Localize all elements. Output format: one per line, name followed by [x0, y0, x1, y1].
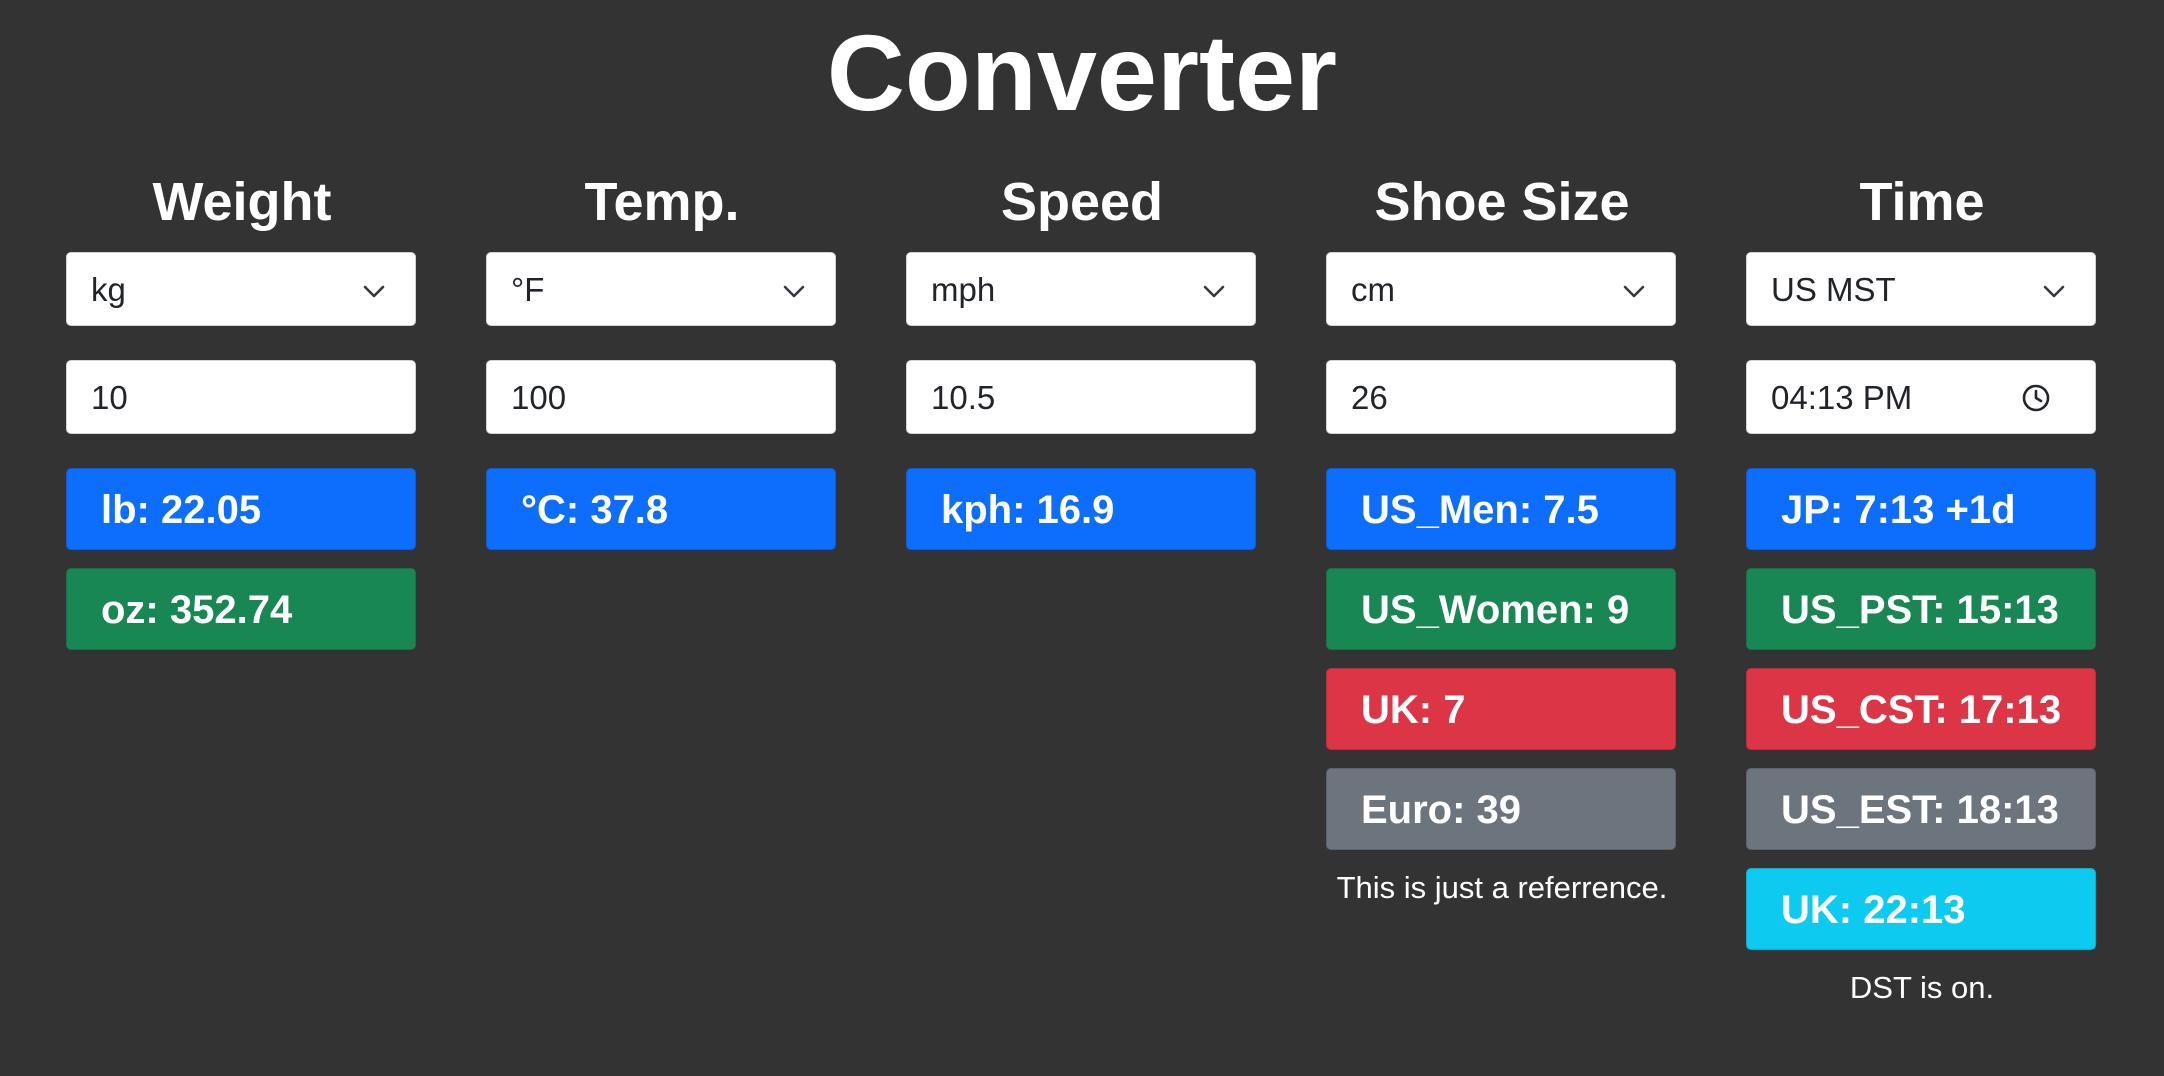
weight-column: Weight kg 10 lb: 22.05 oz: 352.74	[66, 168, 418, 650]
shoe-result-us-men: US_Men: 7.5	[1326, 468, 1676, 550]
shoe-note: This is just a referrence.	[1336, 870, 1668, 905]
speed-unit-select[interactable]: mph	[906, 252, 1256, 326]
shoe-column: Shoe Size cm 26 US_Men: 7.5 US_Women: 9 …	[1326, 168, 1678, 905]
shoe-result-euro: Euro: 39	[1326, 768, 1676, 850]
time-value-text: 04:13 PM	[1771, 379, 1913, 416]
time-result-us-pst: US_PST: 15:13	[1746, 568, 2096, 650]
shoe-result-us-women: US_Women: 9	[1326, 568, 1676, 650]
temp-results: °C: 37.8	[486, 468, 838, 568]
weight-result-lb: lb: 22.05	[66, 468, 416, 550]
time-result-jp: JP: 7:13 +1d	[1746, 468, 2096, 550]
speed-value-input[interactable]: 10.5	[906, 360, 1256, 434]
shoe-unit-value: cm	[1351, 271, 1395, 308]
time-column: Time US MST 04:13 PM JP: 7:13 +1d US_PST…	[1746, 168, 2098, 1005]
chevron-down-icon	[1623, 285, 1645, 298]
temp-result-celsius: °C: 37.8	[486, 468, 836, 550]
time-zone-value: US MST	[1771, 271, 1896, 308]
weight-value-input[interactable]: 10	[66, 360, 416, 434]
speed-column: Speed mph 10.5 kph: 16.9	[906, 168, 1258, 550]
time-heading: Time	[1859, 172, 1985, 232]
temp-column: Temp. °F 100 °C: 37.8	[486, 168, 838, 550]
time-note: DST is on.	[1849, 970, 1995, 1005]
speed-result-kph: kph: 16.9	[906, 468, 1256, 550]
shoe-heading: Shoe Size	[1374, 172, 1630, 232]
shoe-value-input[interactable]: 26	[1326, 360, 1676, 434]
shoe-results: US_Men: 7.5 US_Women: 9 UK: 7 Euro: 39 T…	[1326, 468, 1678, 908]
temp-unit-value: °F	[511, 271, 545, 308]
temp-heading: Temp.	[584, 172, 740, 232]
chevron-down-icon	[2043, 285, 2065, 298]
page-title: Converter	[826, 12, 1338, 133]
temp-unit-select[interactable]: °F	[486, 252, 836, 326]
weight-result-oz: oz: 352.74	[66, 568, 416, 650]
speed-heading: Speed	[1000, 172, 1164, 232]
weight-heading: Weight	[152, 172, 332, 232]
time-result-us-cst: US_CST: 17:13	[1746, 668, 2096, 750]
weight-unit-select[interactable]: kg	[66, 252, 416, 326]
shoe-result-uk: UK: 7	[1326, 668, 1676, 750]
time-value-input[interactable]: 04:13 PM	[1746, 360, 2096, 434]
chevron-down-icon	[1203, 285, 1225, 298]
time-results: JP: 7:13 +1d US_PST: 15:13 US_CST: 17:13…	[1746, 468, 2098, 1008]
weight-results: lb: 22.05 oz: 352.74	[66, 468, 418, 668]
time-result-uk: UK: 22:13	[1746, 868, 2096, 950]
clock-icon[interactable]	[2021, 383, 2051, 413]
chevron-down-icon	[783, 285, 805, 298]
weight-unit-value: kg	[91, 271, 126, 308]
chevron-down-icon	[363, 285, 385, 298]
time-result-us-est: US_EST: 18:13	[1746, 768, 2096, 850]
speed-unit-value: mph	[931, 271, 996, 308]
speed-results: kph: 16.9	[906, 468, 1258, 568]
shoe-unit-select[interactable]: cm	[1326, 252, 1676, 326]
temp-value-input[interactable]: 100	[486, 360, 836, 434]
time-zone-select[interactable]: US MST	[1746, 252, 2096, 326]
